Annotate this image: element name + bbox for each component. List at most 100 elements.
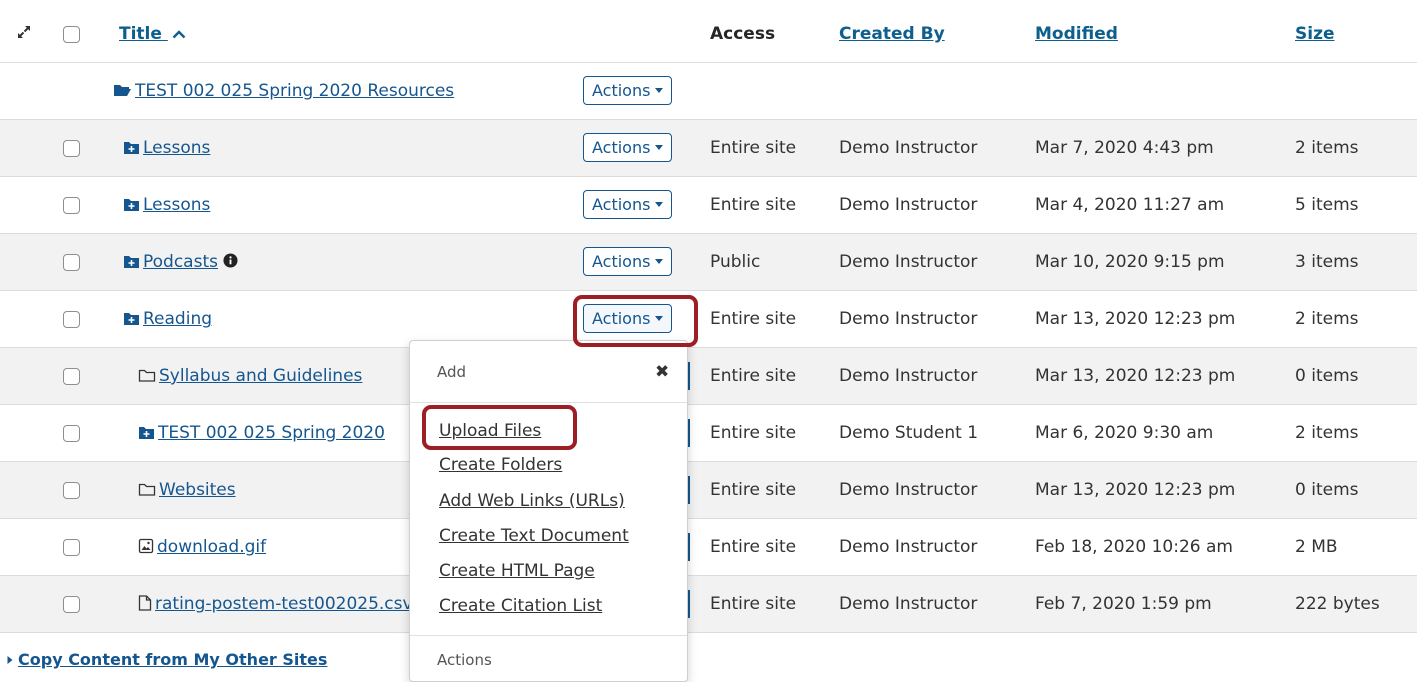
close-icon[interactable]: ✖ — [655, 362, 669, 382]
modified-cell: Mar 7, 2020 4:43 pm — [1035, 138, 1214, 158]
folder-link[interactable]: Websites — [138, 480, 236, 500]
table-row: TEST 002 025 Spring 2020 Entire site Dem… — [0, 405, 1417, 462]
actions-label: Actions — [592, 252, 651, 271]
root-actions-button[interactable]: Actions — [583, 76, 673, 105]
actions-button[interactable]: Actions — [583, 190, 673, 219]
actions-dropdown-menu: Add ✖ Upload Files Create Folders Add We… — [409, 340, 688, 682]
size-header-link[interactable]: Size — [1295, 24, 1335, 44]
folder-link[interactable]: Syllabus and Guidelines — [138, 366, 362, 386]
created-by-cell: Demo Instructor — [839, 366, 978, 386]
item-title: TEST 002 025 Spring 2020 — [158, 423, 385, 443]
actions-label: Actions — [592, 81, 651, 100]
table-row: download.gif Entire site Demo Instructor… — [0, 519, 1417, 576]
folder-plus-icon — [124, 142, 139, 154]
row-checkbox[interactable] — [63, 368, 80, 385]
row-checkbox[interactable] — [63, 197, 80, 214]
created-by-cell: Demo Instructor — [839, 537, 978, 557]
size-cell: 2 MB — [1295, 537, 1338, 557]
dropdown-divider — [410, 402, 687, 403]
created-by-header-link[interactable]: Created By — [839, 24, 945, 44]
row-checkbox[interactable] — [63, 311, 80, 328]
actions-button-highlight — [573, 295, 698, 347]
menu-item-create-text-document[interactable]: Create Text Document — [439, 526, 629, 546]
modified-cell: Mar 10, 2020 9:15 pm — [1035, 252, 1225, 272]
menu-item-create-html-page[interactable]: Create HTML Page — [439, 561, 595, 581]
modified-cell: Mar 13, 2020 12:23 pm — [1035, 480, 1236, 500]
folder-plus-icon — [124, 256, 139, 268]
title-sort-link[interactable]: Title — [119, 24, 186, 44]
row-checkbox[interactable] — [63, 254, 80, 271]
folder-link[interactable]: Lessons — [123, 195, 210, 215]
title-header-label: Title — [119, 24, 162, 44]
folder-link[interactable]: TEST 002 025 Spring 2020 — [138, 423, 385, 443]
folder-link[interactable]: Lessons — [123, 138, 210, 158]
access-cell: Entire site — [710, 195, 797, 215]
dropdown-section-actions: Actions — [437, 651, 492, 669]
created-by-cell: Demo Instructor — [839, 594, 978, 614]
access-cell: Entire site — [710, 366, 797, 386]
item-title: Reading — [143, 309, 213, 329]
copy-content-link[interactable]: Copy Content from My Other Sites — [6, 650, 327, 669]
root-folder-row: TEST 002 025 Spring 2020 Resources Actio… — [0, 63, 1417, 120]
item-title: rating-postem-test002025.csv — [155, 594, 413, 614]
menu-item-create-folders[interactable]: Create Folders — [439, 455, 562, 475]
row-checkbox[interactable] — [63, 482, 80, 499]
row-checkbox[interactable] — [63, 596, 80, 613]
actions-label: Actions — [592, 138, 651, 157]
copy-content-label: Copy Content from My Other Sites — [18, 650, 328, 669]
access-cell: Entire site — [710, 423, 797, 443]
size-cell: 222 bytes — [1295, 594, 1380, 614]
select-all-checkbox[interactable] — [63, 26, 80, 43]
actions-button[interactable]: Actions — [583, 133, 673, 162]
root-folder-link[interactable]: TEST 002 025 Spring 2020 Resources — [113, 81, 454, 101]
folder-plus-icon — [124, 199, 139, 211]
row-checkbox[interactable] — [63, 539, 80, 556]
row-checkbox[interactable] — [63, 425, 80, 442]
size-cell: 0 items — [1295, 366, 1359, 386]
access-cell: Public — [710, 252, 761, 272]
created-by-cell: Demo Instructor — [839, 309, 978, 329]
table-row: rating-postem-test002025.csv Entire site… — [0, 576, 1417, 633]
folder-link[interactable]: Reading — [123, 309, 212, 329]
caret-down-icon — [655, 259, 664, 264]
folder-link[interactable]: Podcasts — [123, 252, 238, 272]
file-link[interactable]: download.gif — [138, 537, 266, 557]
table-row: Websites Entire site Demo Instructor Mar… — [0, 462, 1417, 519]
modified-cell: Mar 6, 2020 9:30 am — [1035, 423, 1214, 443]
modified-cell: Feb 7, 2020 1:59 pm — [1035, 594, 1212, 614]
access-cell: Entire site — [710, 537, 797, 557]
expand-arrows-icon[interactable] — [16, 24, 32, 45]
access-cell: Entire site — [710, 309, 797, 329]
info-circle-icon[interactable] — [223, 253, 238, 268]
created-by-cell: Demo Instructor — [839, 480, 978, 500]
modified-cell: Mar 13, 2020 12:23 pm — [1035, 366, 1236, 386]
item-title: Websites — [159, 480, 236, 500]
table-row: Reading Actions Entire site Demo Instruc… — [0, 291, 1417, 348]
caret-down-icon — [655, 145, 664, 150]
actions-button[interactable]: Actions — [583, 247, 673, 276]
dropdown-section-add: Add — [437, 363, 467, 381]
access-cell: Entire site — [710, 138, 797, 158]
created-by-cell: Demo Instructor — [839, 252, 978, 272]
folder-open-icon — [114, 85, 131, 96]
item-title: download.gif — [157, 537, 267, 557]
created-by-cell: Demo Instructor — [839, 195, 978, 215]
row-checkbox[interactable] — [63, 140, 80, 157]
access-header: Access — [710, 24, 776, 44]
folder-plus-icon — [124, 313, 139, 325]
menu-item-add-web-links[interactable]: Add Web Links (URLs) — [439, 491, 625, 511]
size-cell: 0 items — [1295, 480, 1359, 500]
menu-item-create-citation-list[interactable]: Create Citation List — [439, 596, 602, 616]
created-by-cell: Demo Student 1 — [839, 423, 979, 443]
actions-label: Actions — [592, 195, 651, 214]
root-folder-title: TEST 002 025 Spring 2020 Resources — [135, 81, 455, 101]
image-file-icon — [138, 538, 154, 554]
modified-cell: Mar 13, 2020 12:23 pm — [1035, 309, 1236, 329]
access-cell: Entire site — [710, 594, 797, 614]
size-cell: 2 items — [1295, 309, 1359, 329]
table-row: Lessons Actions Entire site Demo Instruc… — [0, 177, 1417, 234]
file-link[interactable]: rating-postem-test002025.csv — [138, 594, 413, 614]
access-cell: Entire site — [710, 480, 797, 500]
modified-header-link[interactable]: Modified — [1035, 24, 1118, 44]
caret-down-icon — [655, 202, 664, 207]
